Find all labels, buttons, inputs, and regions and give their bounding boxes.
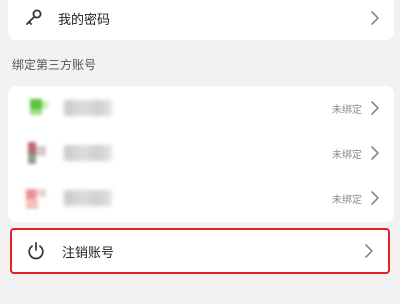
chevron-right-icon xyxy=(371,191,379,205)
binding-status: 未绑定 xyxy=(332,149,362,161)
chevron-right-icon xyxy=(371,101,379,115)
chevron-right-icon xyxy=(371,11,379,25)
security-card: 我的密码 xyxy=(8,0,394,40)
blurred-account-name xyxy=(64,190,112,206)
delete-account-row[interactable]: 注销账号 xyxy=(12,230,388,272)
binding-status: 未绑定 xyxy=(332,104,362,116)
account-settings-page: 我的密码 绑定第三方账号 未绑定 未绑定 未绑定 注销账号 xyxy=(0,0,400,304)
my-password-label: 我的密码 xyxy=(58,12,111,28)
key-icon xyxy=(26,9,42,25)
chevron-right-icon xyxy=(365,244,373,258)
third-party-section-title: 绑定第三方账号 xyxy=(12,58,97,72)
third-party-account-row[interactable]: 未绑定 xyxy=(8,86,394,130)
blurred-app-icon xyxy=(24,95,50,121)
blurred-account-name xyxy=(64,100,112,116)
binding-status: 未绑定 xyxy=(332,194,362,206)
blurred-app-icon xyxy=(24,140,50,166)
blurred-account-name xyxy=(64,145,112,161)
third-party-accounts-card: 未绑定 未绑定 未绑定 xyxy=(8,86,394,222)
delete-account-label: 注销账号 xyxy=(62,245,115,261)
third-party-account-row[interactable]: 未绑定 xyxy=(8,131,394,175)
blurred-app-icon xyxy=(24,185,50,211)
power-icon xyxy=(28,242,44,260)
delete-account-card: 注销账号 xyxy=(10,228,390,274)
third-party-account-row[interactable]: 未绑定 xyxy=(8,176,394,220)
chevron-right-icon xyxy=(371,146,379,160)
my-password-row[interactable]: 我的密码 xyxy=(8,0,394,36)
